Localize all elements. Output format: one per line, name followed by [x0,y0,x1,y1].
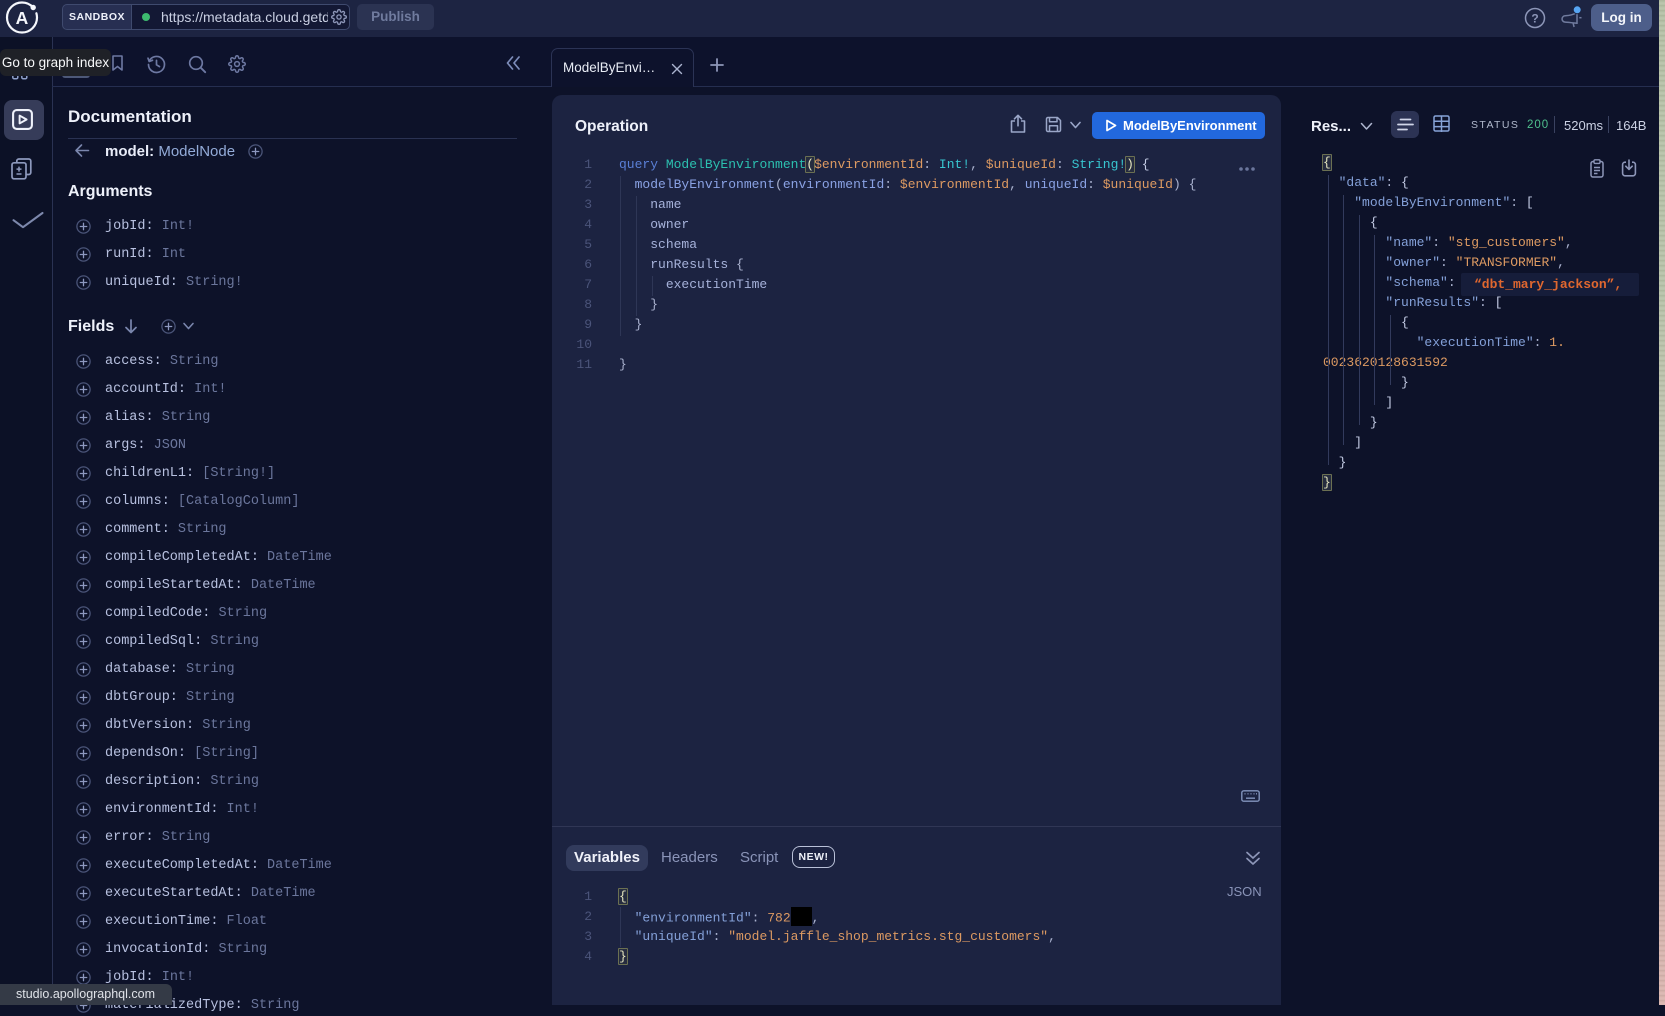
svg-text:A: A [16,8,29,28]
svg-text:?: ? [1531,11,1538,25]
